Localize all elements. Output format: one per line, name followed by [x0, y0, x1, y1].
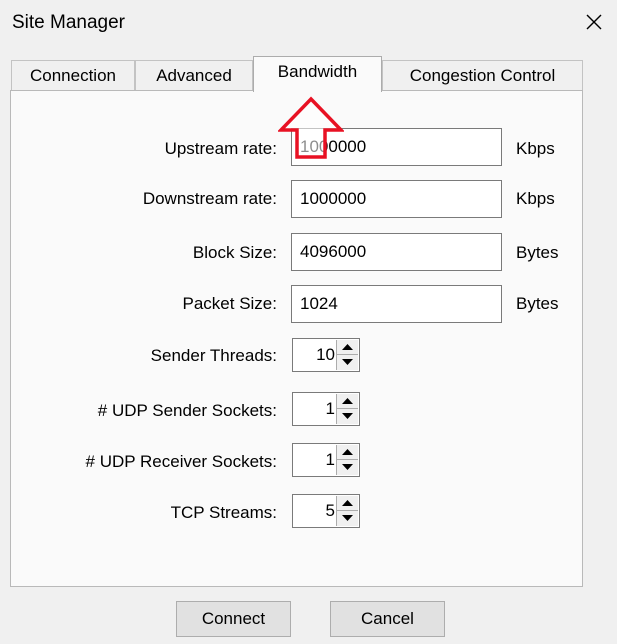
tcp-streams-label: TCP Streams:: [170, 503, 277, 522]
tab-advanced[interactable]: Advanced: [135, 60, 253, 90]
upstream-rate-label: Upstream rate:: [164, 139, 277, 158]
arrow-up-icon: [342, 449, 353, 455]
arrow-down-icon: [342, 413, 353, 419]
arrow-up-icon: [342, 500, 353, 506]
close-icon: [586, 14, 602, 30]
tcp-streams-increment[interactable]: [337, 496, 358, 511]
arrow-up-icon: [342, 398, 353, 404]
tcp-streams-value: 5: [325, 501, 335, 520]
udp-receiver-sockets-decrement[interactable]: [337, 460, 358, 475]
downstream-rate-label: Downstream rate:: [142, 189, 277, 208]
spin-buttons: [336, 340, 358, 370]
arrow-down-icon: [342, 464, 353, 470]
red-up-arrow-icon: [278, 96, 344, 159]
tab-connection[interactable]: Connection: [11, 60, 135, 90]
tab-bandwidth[interactable]: Bandwidth: [253, 56, 382, 92]
sender-threads-value: 10: [316, 345, 335, 364]
block-size-label: Block Size:: [192, 243, 277, 262]
udp-receiver-sockets-increment[interactable]: [337, 445, 358, 460]
tcp-streams-decrement[interactable]: [337, 511, 358, 526]
cancel-button[interactable]: Cancel: [330, 601, 445, 637]
block-size-input[interactable]: [291, 233, 502, 271]
sender-threads-increment[interactable]: [337, 340, 358, 355]
spin-buttons: [336, 394, 358, 424]
arrow-up-icon: [342, 344, 353, 350]
close-button[interactable]: [578, 6, 610, 38]
udp-sender-sockets-decrement[interactable]: [337, 409, 358, 424]
window-title: Site Manager: [12, 12, 126, 33]
udp-sender-sockets-increment[interactable]: [337, 394, 358, 409]
udp-receiver-sockets-stepper[interactable]: 1: [292, 443, 360, 477]
spin-buttons: [336, 496, 358, 526]
spin-buttons: [336, 445, 358, 475]
udp-sender-sockets-label: # UDP Sender Sockets:: [97, 401, 277, 420]
packet-size-input[interactable]: [291, 285, 502, 323]
sender-threads-stepper[interactable]: 10: [292, 338, 360, 372]
udp-receiver-sockets-label: # UDP Receiver Sockets:: [85, 452, 277, 471]
udp-sender-sockets-stepper[interactable]: 1: [292, 392, 360, 426]
tcp-streams-stepper[interactable]: 5: [292, 494, 360, 528]
connect-button[interactable]: Connect: [176, 601, 291, 637]
tab-congestion-control[interactable]: Congestion Control: [382, 60, 583, 90]
tab-strip: Connection Advanced Bandwidth Congestion…: [0, 56, 617, 92]
arrow-down-icon: [342, 359, 353, 365]
sender-threads-label: Sender Threads:: [150, 346, 277, 365]
udp-receiver-sockets-value: 1: [325, 450, 335, 469]
title-bar: Site Manager: [0, 0, 617, 45]
upstream-rate-unit: Kbps: [516, 139, 555, 158]
downstream-rate-input[interactable]: [291, 180, 502, 218]
block-size-unit: Bytes: [516, 243, 559, 262]
udp-sender-sockets-value: 1: [325, 399, 335, 418]
packet-size-unit: Bytes: [516, 294, 559, 313]
arrow-down-icon: [342, 515, 353, 521]
downstream-rate-unit: Kbps: [516, 189, 555, 208]
packet-size-label: Packet Size:: [182, 294, 278, 313]
sender-threads-decrement[interactable]: [337, 355, 358, 370]
